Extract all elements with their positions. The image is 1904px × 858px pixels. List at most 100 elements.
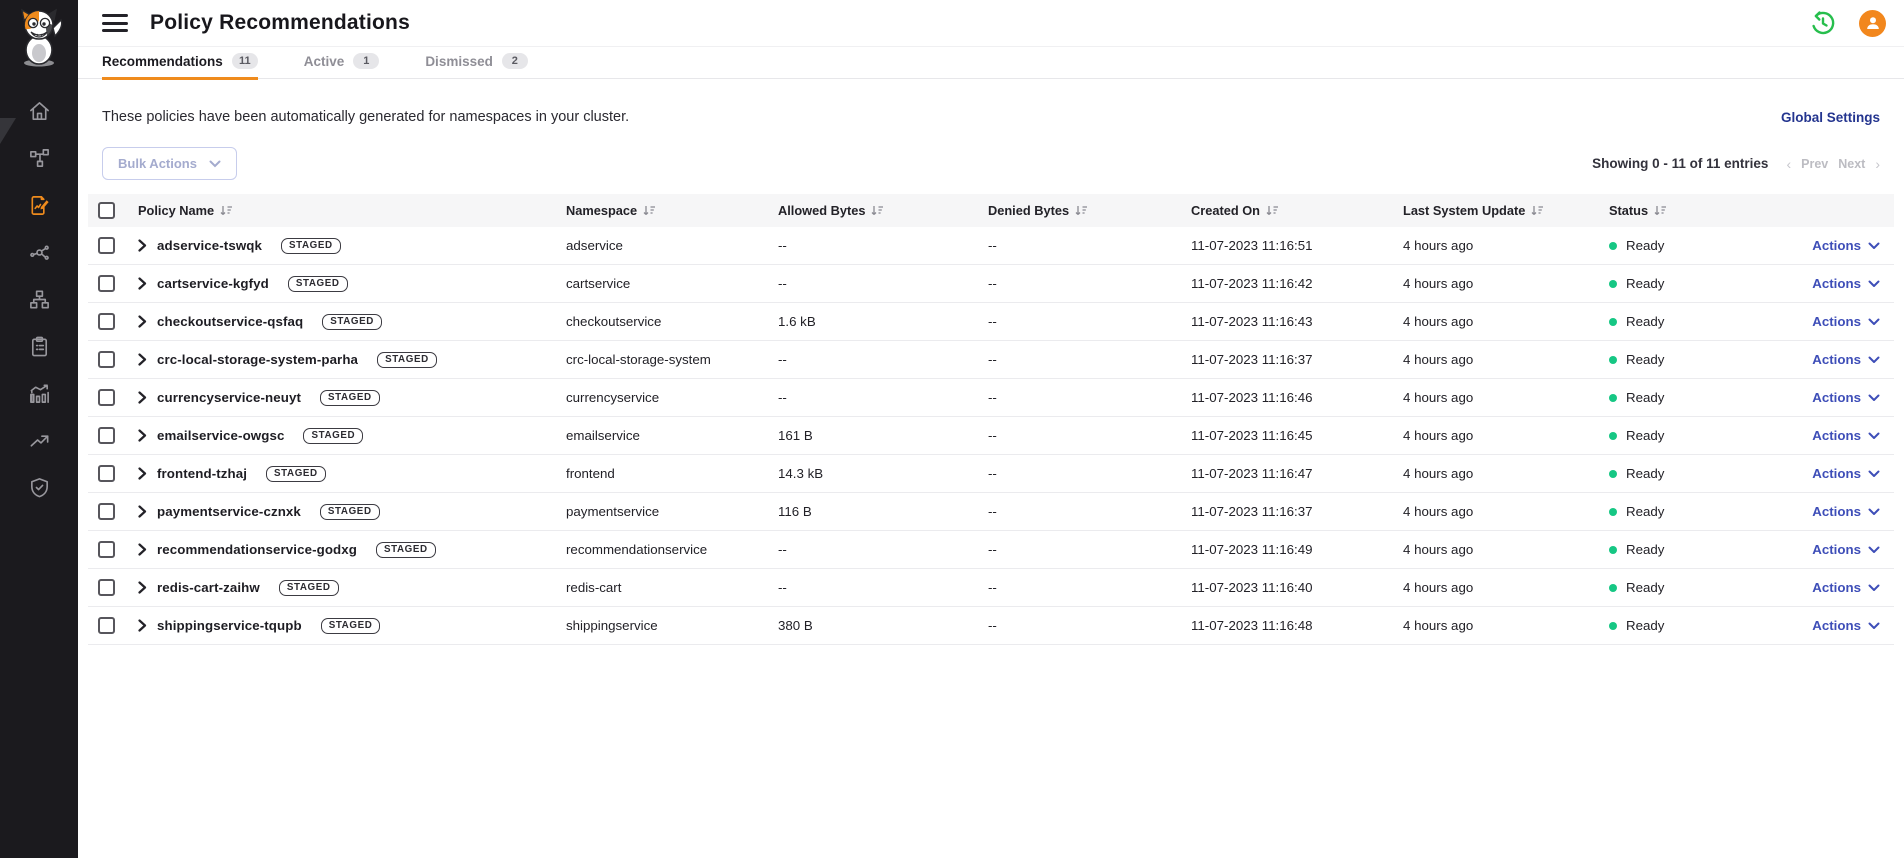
- column-header-policy-name[interactable]: Policy Name: [132, 194, 560, 227]
- column-header-namespace[interactable]: Namespace: [560, 194, 772, 227]
- status-ready-dot: [1609, 546, 1617, 554]
- prev-button[interactable]: Prev: [1801, 157, 1828, 171]
- sidebar-item-sitemap[interactable]: [0, 276, 78, 323]
- chevron-down-icon: [1868, 622, 1880, 630]
- actions-dropdown-button[interactable]: Actions: [1812, 618, 1880, 633]
- actions-dropdown-button[interactable]: Actions: [1812, 504, 1880, 519]
- row-checkbox[interactable]: [98, 427, 115, 444]
- expand-row-button[interactable]: [138, 429, 147, 442]
- column-header-denied-bytes[interactable]: Denied Bytes: [982, 194, 1185, 227]
- policy-name: currencyservice-neuyt: [157, 390, 301, 405]
- row-select-cell: [88, 379, 132, 417]
- row-checkbox[interactable]: [98, 465, 115, 482]
- actions-dropdown-button[interactable]: Actions: [1812, 352, 1880, 367]
- row-checkbox[interactable]: [98, 275, 115, 292]
- row-checkbox[interactable]: [98, 579, 115, 596]
- expand-row-button[interactable]: [138, 581, 147, 594]
- column-label: Created On: [1191, 203, 1260, 218]
- actions-dropdown-button[interactable]: Actions: [1812, 276, 1880, 291]
- tab-recommendations[interactable]: Recommendations 11: [102, 53, 258, 78]
- bulk-actions-button[interactable]: Bulk Actions: [102, 147, 237, 180]
- column-header-allowed-bytes[interactable]: Allowed Bytes: [772, 194, 982, 227]
- expand-row-button[interactable]: [138, 239, 147, 252]
- row-checkbox[interactable]: [98, 237, 115, 254]
- select-all-checkbox[interactable]: [98, 202, 115, 219]
- created-on-cell: 11-07-2023 11:16:48: [1185, 607, 1397, 645]
- policy-name-cell: emailservice-owgsc STAGED: [132, 417, 560, 455]
- user-avatar-button[interactable]: [1859, 10, 1886, 37]
- row-checkbox[interactable]: [98, 389, 115, 406]
- status-ready-dot: [1609, 280, 1617, 288]
- app-logo[interactable]: [0, 0, 78, 76]
- tab-active[interactable]: Active 1: [304, 53, 380, 78]
- sidebar-item-clipboard[interactable]: [0, 323, 78, 370]
- next-chevron-icon[interactable]: ›: [1875, 156, 1880, 172]
- global-settings-link[interactable]: Global Settings: [1781, 110, 1880, 125]
- expand-row-button[interactable]: [138, 619, 147, 632]
- column-header-created-on[interactable]: Created On: [1185, 194, 1397, 227]
- next-button[interactable]: Next: [1838, 157, 1865, 171]
- sidebar-item-share-nodes[interactable]: [0, 229, 78, 276]
- actions-dropdown-button[interactable]: Actions: [1812, 542, 1880, 557]
- actions-dropdown-button[interactable]: Actions: [1812, 314, 1880, 329]
- row-checkbox[interactable]: [98, 351, 115, 368]
- row-select-cell: [88, 227, 132, 265]
- sidebar-item-trending[interactable]: [0, 417, 78, 464]
- select-all-header[interactable]: [88, 194, 132, 227]
- namespace-cell: recommendationservice: [560, 531, 772, 569]
- expand-row-button[interactable]: [138, 315, 147, 328]
- created-on-cell: 11-07-2023 11:16:40: [1185, 569, 1397, 607]
- status-label: Ready: [1626, 390, 1664, 405]
- expand-row-button[interactable]: [138, 391, 147, 404]
- row-select-cell: [88, 417, 132, 455]
- actions-label: Actions: [1812, 314, 1861, 329]
- policy-name-cell: cartservice-kgfyd STAGED: [132, 265, 560, 303]
- prev-chevron-icon[interactable]: ‹: [1786, 156, 1791, 172]
- clipboard-icon: [28, 335, 51, 358]
- chevron-down-icon: [1868, 356, 1880, 364]
- row-checkbox[interactable]: [98, 503, 115, 520]
- row-select-cell: [88, 265, 132, 303]
- status-cell: Ready: [1603, 341, 1771, 379]
- actions-dropdown-button[interactable]: Actions: [1812, 580, 1880, 595]
- home-icon: [28, 100, 51, 123]
- column-header-last-system-update[interactable]: Last System Update: [1397, 194, 1603, 227]
- policy-name: emailservice-owgsc: [157, 428, 284, 443]
- row-checkbox[interactable]: [98, 313, 115, 330]
- row-checkbox[interactable]: [98, 541, 115, 558]
- sidebar-item-home[interactable]: [0, 88, 78, 135]
- namespace-cell: shippingservice: [560, 607, 772, 645]
- policy-name-cell: recommendationservice-godxg STAGED: [132, 531, 560, 569]
- tab-dismissed[interactable]: Dismissed 2: [425, 53, 528, 78]
- staged-badge: STAGED: [266, 466, 326, 482]
- actions-dropdown-button[interactable]: Actions: [1812, 428, 1880, 443]
- expand-row-button[interactable]: [138, 467, 147, 480]
- sidebar-item-policy-recommendations[interactable]: [0, 182, 78, 229]
- last-update-cell: 4 hours ago: [1397, 341, 1603, 379]
- hamburger-menu-icon[interactable]: [102, 13, 128, 33]
- policy-name: frontend-tzhaj: [157, 466, 247, 481]
- chevron-right-icon: [138, 239, 147, 252]
- sidebar: [0, 0, 78, 858]
- actions-dropdown-button[interactable]: Actions: [1812, 238, 1880, 253]
- status-ready-dot: [1609, 356, 1617, 364]
- expand-row-button[interactable]: [138, 543, 147, 556]
- sidebar-item-security[interactable]: [0, 464, 78, 511]
- status-ready-dot: [1609, 584, 1617, 592]
- actions-dropdown-button[interactable]: Actions: [1812, 466, 1880, 481]
- history-button[interactable]: [1809, 9, 1837, 37]
- sidebar-item-topology[interactable]: [0, 135, 78, 182]
- expand-row-button[interactable]: [138, 277, 147, 290]
- actions-dropdown-button[interactable]: Actions: [1812, 390, 1880, 405]
- expand-row-button[interactable]: [138, 505, 147, 518]
- row-checkbox[interactable]: [98, 617, 115, 634]
- table-row: adservice-tswqk STAGED adservice -- -- 1…: [88, 227, 1894, 265]
- pagination: Showing 0 - 11 of 11 entries ‹ Prev Next…: [1592, 156, 1880, 172]
- actions-cell: Actions: [1771, 265, 1894, 303]
- column-header-status[interactable]: Status: [1603, 194, 1771, 227]
- chevron-right-icon: [138, 315, 147, 328]
- status-ready-dot: [1609, 242, 1617, 250]
- policy-name-cell: paymentservice-cznxk STAGED: [132, 493, 560, 531]
- sidebar-item-analytics[interactable]: [0, 370, 78, 417]
- expand-row-button[interactable]: [138, 353, 147, 366]
